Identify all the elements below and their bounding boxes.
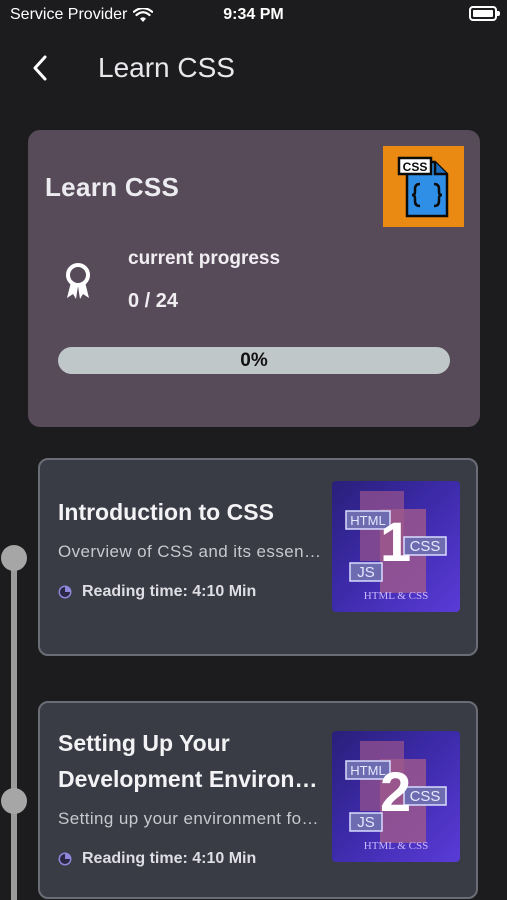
lesson-thumbnail: HTML CSS JS HTML & CSS 2: [332, 731, 460, 862]
timeline-line: [11, 558, 17, 900]
lesson-title-line: Setting Up Your: [58, 730, 230, 756]
lesson-card-2[interactable]: Setting Up Your Development Environment …: [38, 701, 478, 899]
clock-icon: [58, 852, 72, 866]
award-icon: [66, 263, 90, 299]
course-thumbnail: CSS: [383, 146, 464, 227]
timeline-dot: [1, 545, 27, 571]
thumb-caption: HTML & CSS: [364, 840, 428, 852]
lesson-description: Setting up your environment for CSS: [58, 809, 323, 828]
status-bar: Service Provider 9:34 PM: [0, 0, 507, 30]
timeline-dot: [1, 788, 27, 814]
css-file-icon: CSS: [397, 156, 448, 217]
reading-time: Reading time: 4:10 Min: [58, 850, 256, 868]
page-title: Learn CSS: [98, 52, 235, 83]
status-time: 9:34 PM: [223, 6, 284, 23]
progress-count: 0 / 24: [128, 290, 179, 312]
thumb-caption: HTML & CSS: [364, 590, 428, 602]
lesson-card-1[interactable]: Introduction to CSS Overview of CSS and …: [38, 458, 478, 656]
battery-icon: [469, 6, 500, 21]
lesson-description: Overview of CSS and its essential concep…: [58, 542, 323, 561]
nav-bar: Learn CSS: [0, 40, 507, 95]
chevron-left-icon: [33, 55, 47, 81]
tag-css: CSS: [410, 538, 441, 555]
progress-percent: 0%: [240, 350, 268, 371]
tag-js: JS: [357, 814, 375, 831]
progress-bar: 0%: [58, 347, 450, 374]
lesson-title-line: Development Environment: [58, 766, 323, 792]
lesson-number: 1: [380, 510, 412, 573]
back-button[interactable]: [22, 50, 58, 86]
css-file-label: CSS: [402, 160, 427, 174]
tag-css: CSS: [410, 788, 441, 805]
reading-time-label: Reading time: 4:10 Min: [82, 583, 257, 600]
course-title: Learn CSS: [45, 172, 180, 202]
lesson-number: 2: [380, 760, 412, 823]
reading-time: Reading time: 4:10 Min: [58, 583, 256, 601]
reading-time-label: Reading time: 4:10 Min: [82, 850, 257, 867]
clock-icon: [58, 585, 72, 599]
progress-label: current progress: [128, 248, 281, 269]
tag-js: JS: [357, 564, 375, 581]
lesson-title: Setting Up Your Development Environment: [58, 725, 323, 797]
course-progress-card: Learn CSS CSS current progress 0 / 24 0%: [28, 130, 480, 427]
lesson-title: Introduction to CSS: [58, 499, 274, 525]
lesson-thumbnail: HTML CSS JS HTML & CSS 1: [332, 481, 460, 612]
